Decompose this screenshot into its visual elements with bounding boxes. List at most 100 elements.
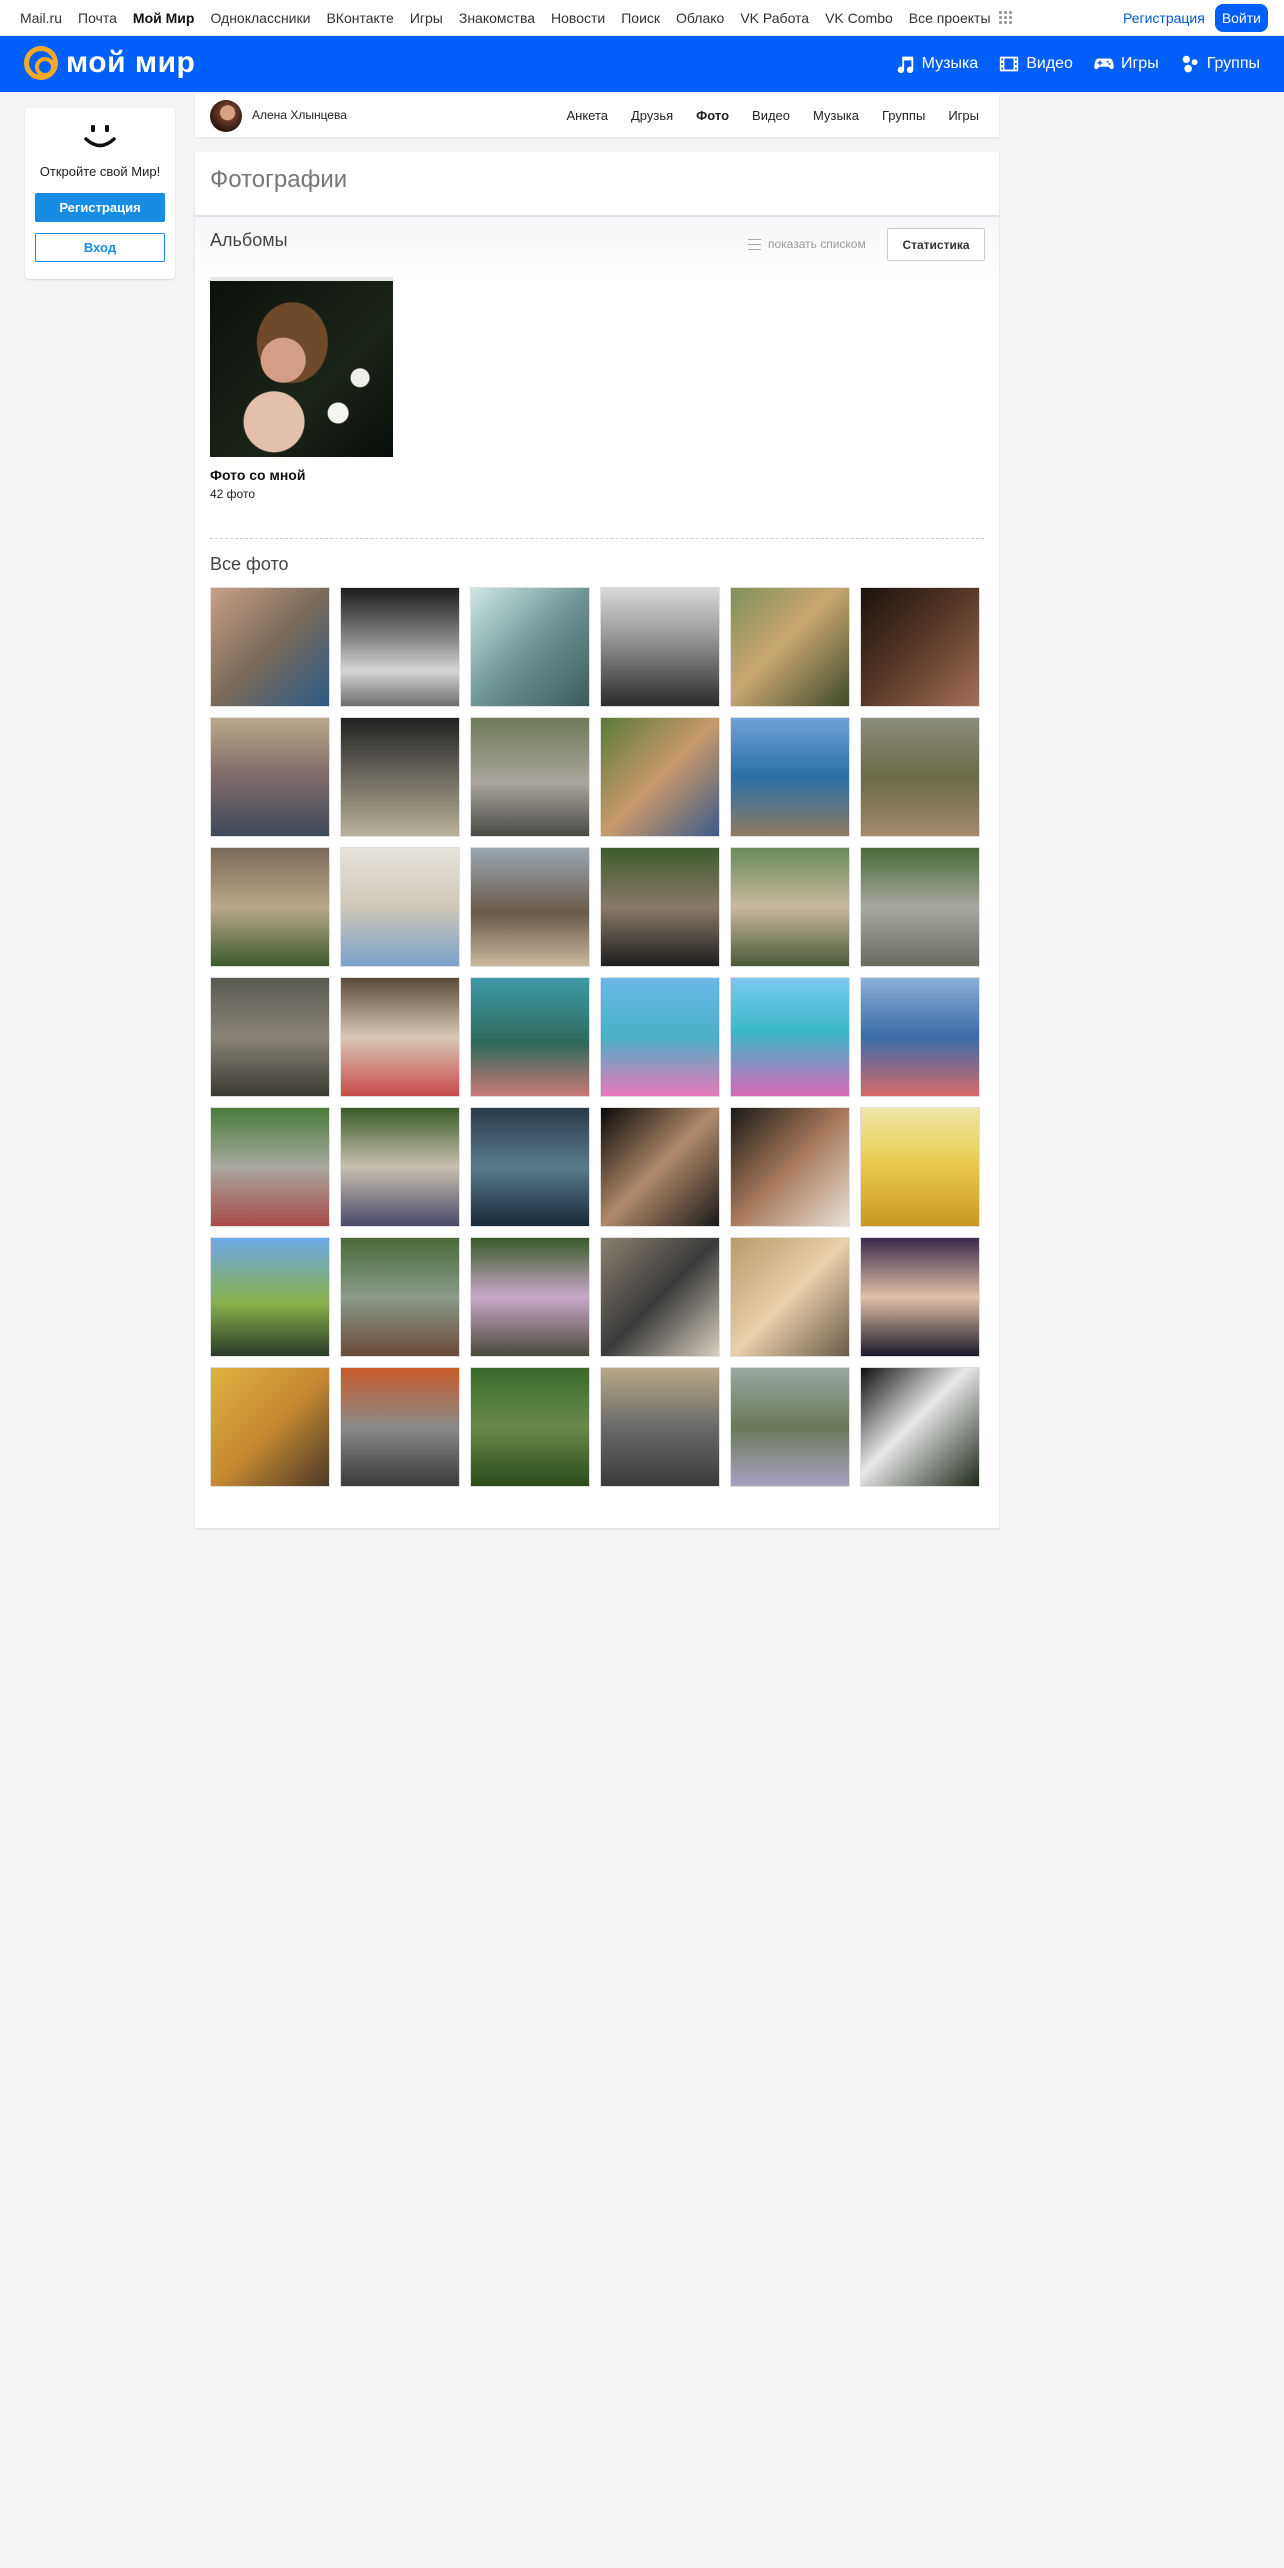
album-card[interactable]: Фото со мной 42 фото	[210, 277, 393, 501]
tab-groups[interactable]: Группы	[882, 108, 925, 123]
albums-header-band	[195, 217, 999, 277]
photo-thumbnail[interactable]	[600, 1367, 720, 1487]
portal-link-moymir[interactable]: Мой Мир	[133, 10, 195, 26]
photo-thumbnail[interactable]	[730, 1107, 850, 1227]
photo-thumbnail[interactable]	[470, 977, 590, 1097]
header-nav-video[interactable]: Видео	[998, 53, 1073, 75]
tab-anketa[interactable]: Анкета	[566, 108, 608, 123]
all-photos-heading: Все фото	[210, 554, 289, 574]
photo-thumbnail[interactable]	[470, 847, 590, 967]
login-button[interactable]: Вход	[35, 233, 165, 262]
photo-thumbnail[interactable]	[470, 1107, 590, 1227]
portal-link-dating[interactable]: Знакомства	[459, 10, 535, 26]
portal-login-button[interactable]: Войти	[1214, 4, 1268, 32]
portal-link-vk[interactable]: ВКонтакте	[326, 10, 393, 26]
photo-thumbnail[interactable]	[600, 1107, 720, 1227]
site-header: мой мир Музыка Видео Игры Группы	[0, 36, 1284, 92]
profile-nav: Алена Хлынцева Анкета Друзья Фото Видео …	[195, 94, 999, 137]
profile-name[interactable]: Алена Хлынцева	[252, 108, 347, 122]
photo-thumbnail[interactable]	[340, 1107, 460, 1227]
section-divider	[210, 538, 984, 539]
tab-friends[interactable]: Друзья	[631, 108, 673, 123]
photo-thumbnail[interactable]	[210, 717, 330, 837]
tab-video[interactable]: Видео	[752, 108, 790, 123]
photo-thumbnail[interactable]	[470, 587, 590, 707]
album-name[interactable]: Фото со мной	[210, 467, 305, 483]
promo-text: Откройте свой Мир!	[39, 164, 161, 179]
group-icon	[1182, 55, 1198, 73]
photo-thumbnail[interactable]	[340, 977, 460, 1097]
photo-thumbnail[interactable]	[860, 1367, 980, 1487]
moymir-logo[interactable]: мой мир	[24, 46, 195, 80]
photo-thumbnail[interactable]	[860, 977, 980, 1097]
photo-thumbnail[interactable]	[600, 847, 720, 967]
statistics-button[interactable]: Статистика	[887, 228, 985, 261]
photo-thumbnail[interactable]	[860, 587, 980, 707]
photo-thumbnail[interactable]	[730, 587, 850, 707]
portal-bar: Mail.ru Почта Мой Мир Одноклассники ВКон…	[0, 0, 1284, 36]
portal-link-search[interactable]: Поиск	[621, 10, 660, 26]
header-nav: Музыка Видео Игры Группы	[874, 36, 1260, 92]
portal-link-ok[interactable]: Одноклассники	[210, 10, 310, 26]
music-note-icon	[897, 56, 913, 74]
apps-grid-icon[interactable]	[998, 11, 1012, 24]
album-cover[interactable]	[210, 277, 393, 457]
photo-thumbnail[interactable]	[600, 587, 720, 707]
avatar[interactable]	[210, 100, 242, 132]
portal-link-cloud[interactable]: Облако	[676, 10, 724, 26]
photo-thumbnail[interactable]	[860, 1107, 980, 1227]
photo-thumbnail[interactable]	[470, 1367, 590, 1487]
photo-thumbnail[interactable]	[210, 1367, 330, 1487]
profile-tabs: Анкета Друзья Фото Видео Музыка Группы И…	[543, 94, 979, 137]
album-count: 42 фото	[210, 487, 255, 501]
tab-games[interactable]: Игры	[948, 108, 979, 123]
photo-thumbnail[interactable]	[730, 1367, 850, 1487]
header-nav-groups[interactable]: Группы	[1179, 53, 1260, 75]
header-nav-games-label: Игры	[1120, 55, 1159, 72]
photo-thumbnail[interactable]	[860, 1237, 980, 1357]
photo-thumbnail[interactable]	[340, 587, 460, 707]
photo-thumbnail[interactable]	[600, 977, 720, 1097]
photo-thumbnail[interactable]	[340, 717, 460, 837]
tab-photo[interactable]: Фото	[696, 108, 729, 123]
header-nav-groups-label: Группы	[1206, 55, 1260, 72]
photo-thumbnail[interactable]	[470, 1237, 590, 1357]
photo-thumbnail[interactable]	[210, 1107, 330, 1227]
portal-link-mail[interactable]: Почта	[78, 10, 117, 26]
photo-thumbnail[interactable]	[210, 1237, 330, 1357]
photo-thumbnail[interactable]	[730, 717, 850, 837]
gamepad-icon	[1094, 58, 1114, 70]
photo-thumbnail[interactable]	[730, 847, 850, 967]
portal-register-link[interactable]: Регистрация	[1123, 10, 1205, 26]
photo-thumbnail[interactable]	[860, 717, 980, 837]
portal-link-games[interactable]: Игры	[410, 10, 443, 26]
photo-thumbnail[interactable]	[860, 847, 980, 967]
portal-link-vkwork[interactable]: VK Работа	[740, 10, 809, 26]
list-icon	[748, 238, 761, 250]
photos-panel: Фотографии Альбомы показать списком Стат…	[195, 152, 999, 1528]
register-button[interactable]: Регистрация	[35, 193, 165, 222]
photo-thumbnail[interactable]	[600, 717, 720, 837]
photo-thumbnail[interactable]	[210, 847, 330, 967]
photo-thumbnail[interactable]	[340, 847, 460, 967]
portal-link-news[interactable]: Новости	[551, 10, 605, 26]
photo-thumbnail[interactable]	[470, 717, 590, 837]
tab-music[interactable]: Музыка	[813, 108, 859, 123]
show-as-list-toggle[interactable]: показать списком	[748, 237, 866, 251]
portal-link-mailru[interactable]: Mail.ru	[20, 10, 62, 26]
photo-thumbnail[interactable]	[210, 977, 330, 1097]
portal-link-all-projects[interactable]: Все проекты	[909, 10, 991, 26]
photo-thumbnail[interactable]	[340, 1367, 460, 1487]
page-title: Фотографии	[210, 166, 348, 193]
portal-link-vkcombo[interactable]: VK Combo	[825, 10, 893, 26]
at-logo-icon	[24, 46, 58, 80]
header-nav-games[interactable]: Игры	[1093, 53, 1159, 75]
photo-thumbnail[interactable]	[210, 587, 330, 707]
photo-thumbnail[interactable]	[730, 1237, 850, 1357]
photo-thumbnail[interactable]	[730, 977, 850, 1097]
photo-thumbnail[interactable]	[600, 1237, 720, 1357]
header-nav-video-label: Видео	[1026, 55, 1073, 72]
smile-icon	[84, 125, 116, 148]
header-nav-music[interactable]: Музыка	[894, 53, 978, 75]
photo-thumbnail[interactable]	[340, 1237, 460, 1357]
